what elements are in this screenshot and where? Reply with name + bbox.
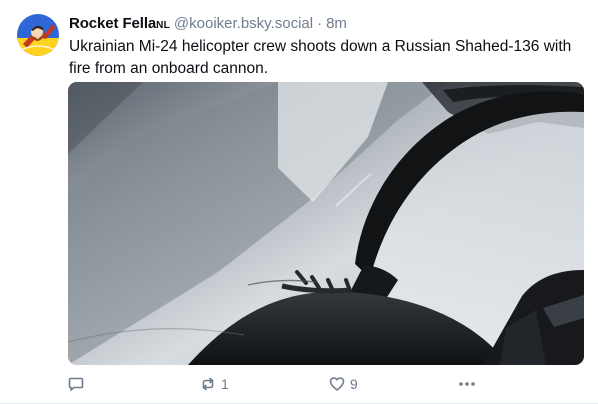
post-text: Ukrainian Mi-24 helicopter crew shoots d… [69, 38, 572, 77]
more-options-button[interactable] [456, 372, 478, 396]
post-video-thumbnail[interactable] [68, 82, 584, 365]
like-button[interactable]: 9 [328, 372, 358, 396]
heart-icon [329, 377, 345, 391]
cockpit-video-frame [68, 82, 584, 365]
repost-arrows-icon [202, 377, 214, 391]
repost-button[interactable]: 1 [199, 372, 229, 396]
ellipsis-icon [459, 382, 475, 386]
repost-count: 1 [221, 376, 229, 392]
avatar-image [17, 14, 59, 56]
like-count: 9 [350, 376, 358, 392]
reply-button[interactable] [67, 372, 85, 396]
post-timestamp[interactable]: 8m [326, 14, 347, 34]
post-card[interactable]: Rocket Fella NL @kooiker.bsky.social · 8… [0, 0, 598, 404]
author-handle[interactable]: @kooiker.bsky.social [174, 14, 313, 34]
avatar[interactable] [17, 14, 59, 56]
author-name-suffix: NL [156, 20, 170, 31]
author-display-name[interactable]: Rocket Fella [69, 14, 156, 34]
post-actions: 1 9 [0, 372, 598, 396]
speech-bubble-icon [68, 377, 84, 391]
header-separator: · [317, 15, 323, 32]
post-header: Rocket Fella NL @kooiker.bsky.social · 8… [69, 14, 347, 34]
